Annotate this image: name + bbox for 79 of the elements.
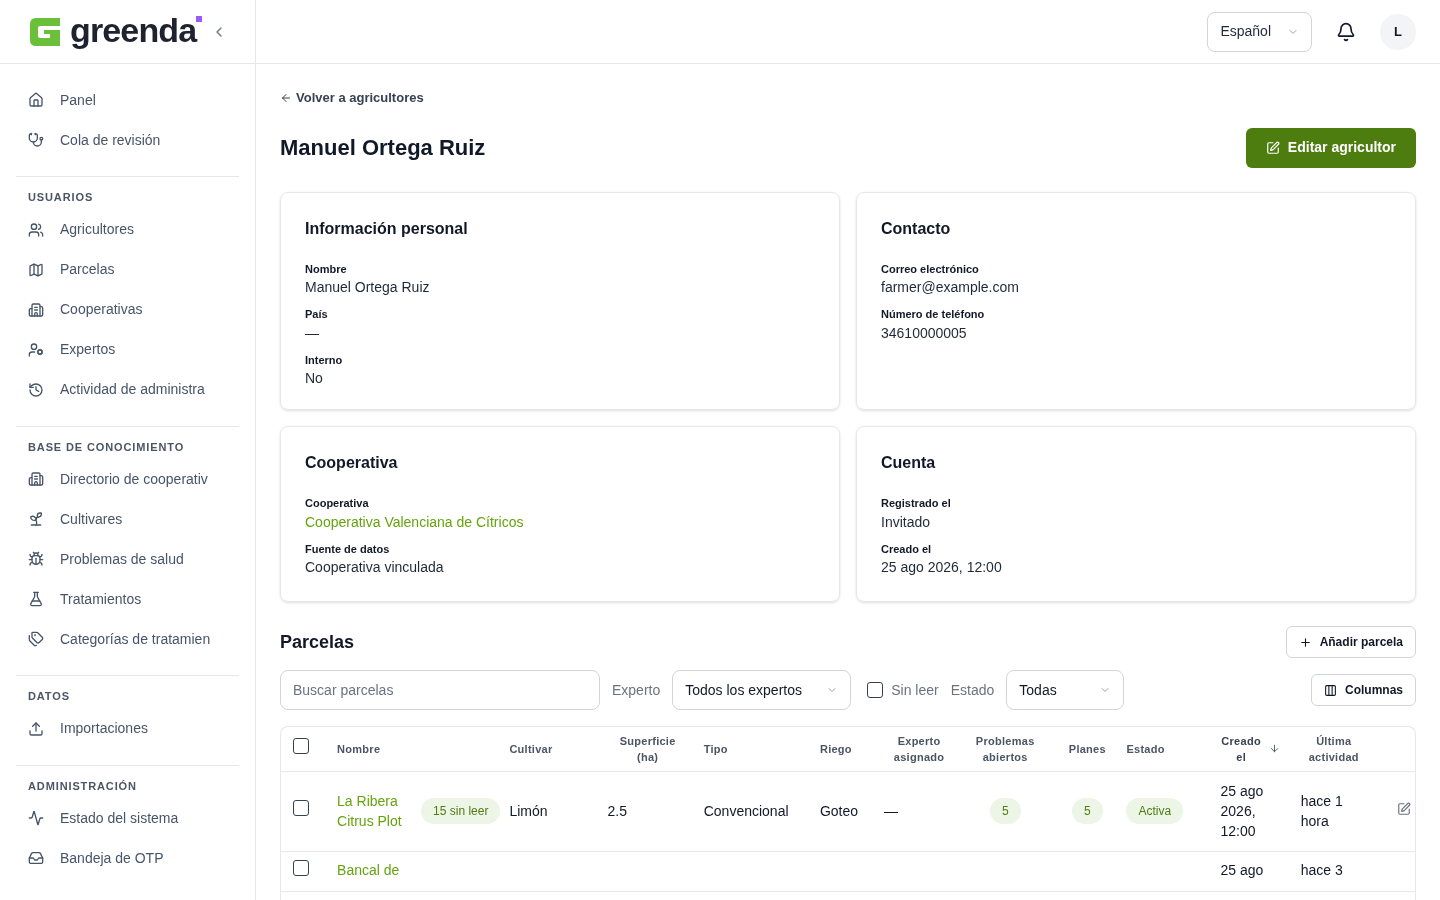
column-header[interactable]: Estado [1126, 740, 1165, 757]
nav-item[interactable]: Actividad de administra [16, 369, 239, 410]
language-select[interactable]: Español [1207, 11, 1312, 52]
table-cell: — [884, 802, 898, 819]
nav-item[interactable]: Cola de revisión [16, 120, 239, 160]
page-title: Manuel Ortega Ruiz [280, 134, 486, 162]
column-header[interactable]: Planes [1068, 740, 1106, 757]
field-label: Cooperativa [305, 496, 370, 511]
nav-item[interactable]: Directorio de cooperativ [16, 459, 239, 499]
checkbox-label: Sin leer [891, 680, 939, 700]
field-label: Correo electrónico [881, 261, 980, 277]
count-badge: 5 [1072, 798, 1103, 824]
nav-item[interactable]: Cultivares [16, 499, 239, 539]
section-title: Parcelas [280, 630, 355, 654]
columns-button[interactable]: Columnas [1311, 674, 1416, 706]
table-cell-text: hace 1 hora [1300, 792, 1344, 831]
card-title: Información personal [305, 218, 469, 239]
brand-name: greenda [70, 12, 197, 47]
field-label: Fuente de datos [305, 541, 391, 557]
field-value: 25 ago 2026, 12:00 [881, 558, 1003, 577]
nav-item[interactable]: Agricultores [16, 209, 239, 250]
section-heading: BASE DE CONOCIMIENTO [27, 439, 186, 455]
unread-badge: 15 sin leer [421, 798, 501, 824]
status-select[interactable]: Todas [1006, 670, 1125, 710]
expert-select[interactable]: Todos los expertos [672, 670, 852, 710]
nav-item[interactable]: Tratamientos [16, 579, 239, 619]
column-header[interactable]: Problemas abiertos [965, 732, 1046, 765]
section-heading: DATOS [27, 689, 71, 704]
search-field[interactable]: Buscar parcelas [280, 670, 600, 710]
card-title: Cooperativa [305, 453, 399, 473]
field-value: No [305, 369, 324, 388]
field-label: País [305, 307, 329, 322]
nav-item[interactable]: Cooperativas [16, 289, 239, 330]
nav-item[interactable]: Categorías de tratamien [16, 619, 239, 659]
card-title: Contacto [881, 218, 952, 239]
user-avatar[interactable]: L [1380, 13, 1416, 50]
nav-item[interactable]: Importaciones [16, 708, 239, 749]
column-header[interactable]: Tipo [703, 740, 728, 757]
field-value: farmer@example.com [881, 278, 1020, 297]
nav-item[interactable]: Panel [16, 80, 239, 120]
nav-item[interactable]: Bandeja de OTP [16, 838, 239, 878]
edit-button[interactable]: Editar agricultor [1245, 127, 1416, 168]
table-cell-text: hace 3 [1300, 860, 1344, 880]
count-badge: 5 [989, 798, 1021, 824]
table-cell: 2.5 [607, 802, 627, 819]
field-value: — [305, 323, 320, 343]
back-link[interactable]: Volver a agricultores [280, 88, 424, 108]
filter-label: Experto [612, 680, 661, 700]
nav-item[interactable]: Estado del sistema [16, 798, 239, 838]
add-plot-button[interactable]: Añadir parcela [1285, 626, 1416, 658]
field-label: Creado el [881, 541, 933, 557]
field-value: 34610000005 [881, 323, 968, 343]
section-heading: USUARIOS [27, 190, 95, 205]
table-cell: Convencional [703, 802, 789, 819]
card-title: Cuenta [881, 453, 937, 473]
field-label: Nombre [305, 261, 348, 277]
field-label: Número de teléfono [881, 307, 986, 322]
column-header[interactable]: Cultivar [509, 740, 553, 757]
column-header[interactable]: Superficie (ha) [607, 732, 688, 765]
table-cell: Limón [509, 802, 548, 819]
table-cell: Goteo [819, 802, 859, 819]
table-cell-text: 25 ago [1220, 860, 1265, 880]
field-value: Manuel Ortega Ruiz [305, 278, 431, 297]
nav-item[interactable]: Parcelas [16, 249, 239, 290]
field-label: Interno [305, 352, 344, 368]
field-value: Invitado [881, 512, 932, 532]
column-header[interactable]: Nombre [337, 740, 381, 757]
column-header[interactable]: Experto asignado [884, 732, 955, 765]
column-header[interactable]: Última actividad [1293, 732, 1374, 765]
nav-item[interactable]: Expertos [16, 329, 239, 370]
field-label: Registrado el [881, 496, 952, 511]
nav-item[interactable]: Problemas de salud [16, 539, 239, 579]
status-badge: Activa [1126, 798, 1184, 824]
column-header[interactable]: Creado el [1217, 732, 1266, 765]
column-header[interactable]: Riego [819, 740, 852, 757]
field-value: Cooperativa vinculada [305, 558, 445, 577]
filter-label: Estado [950, 680, 995, 700]
section-heading: ADMINISTRACIÓN [27, 778, 138, 794]
table-cell-text: 25 ago 2026, 12:00 [1220, 782, 1265, 841]
